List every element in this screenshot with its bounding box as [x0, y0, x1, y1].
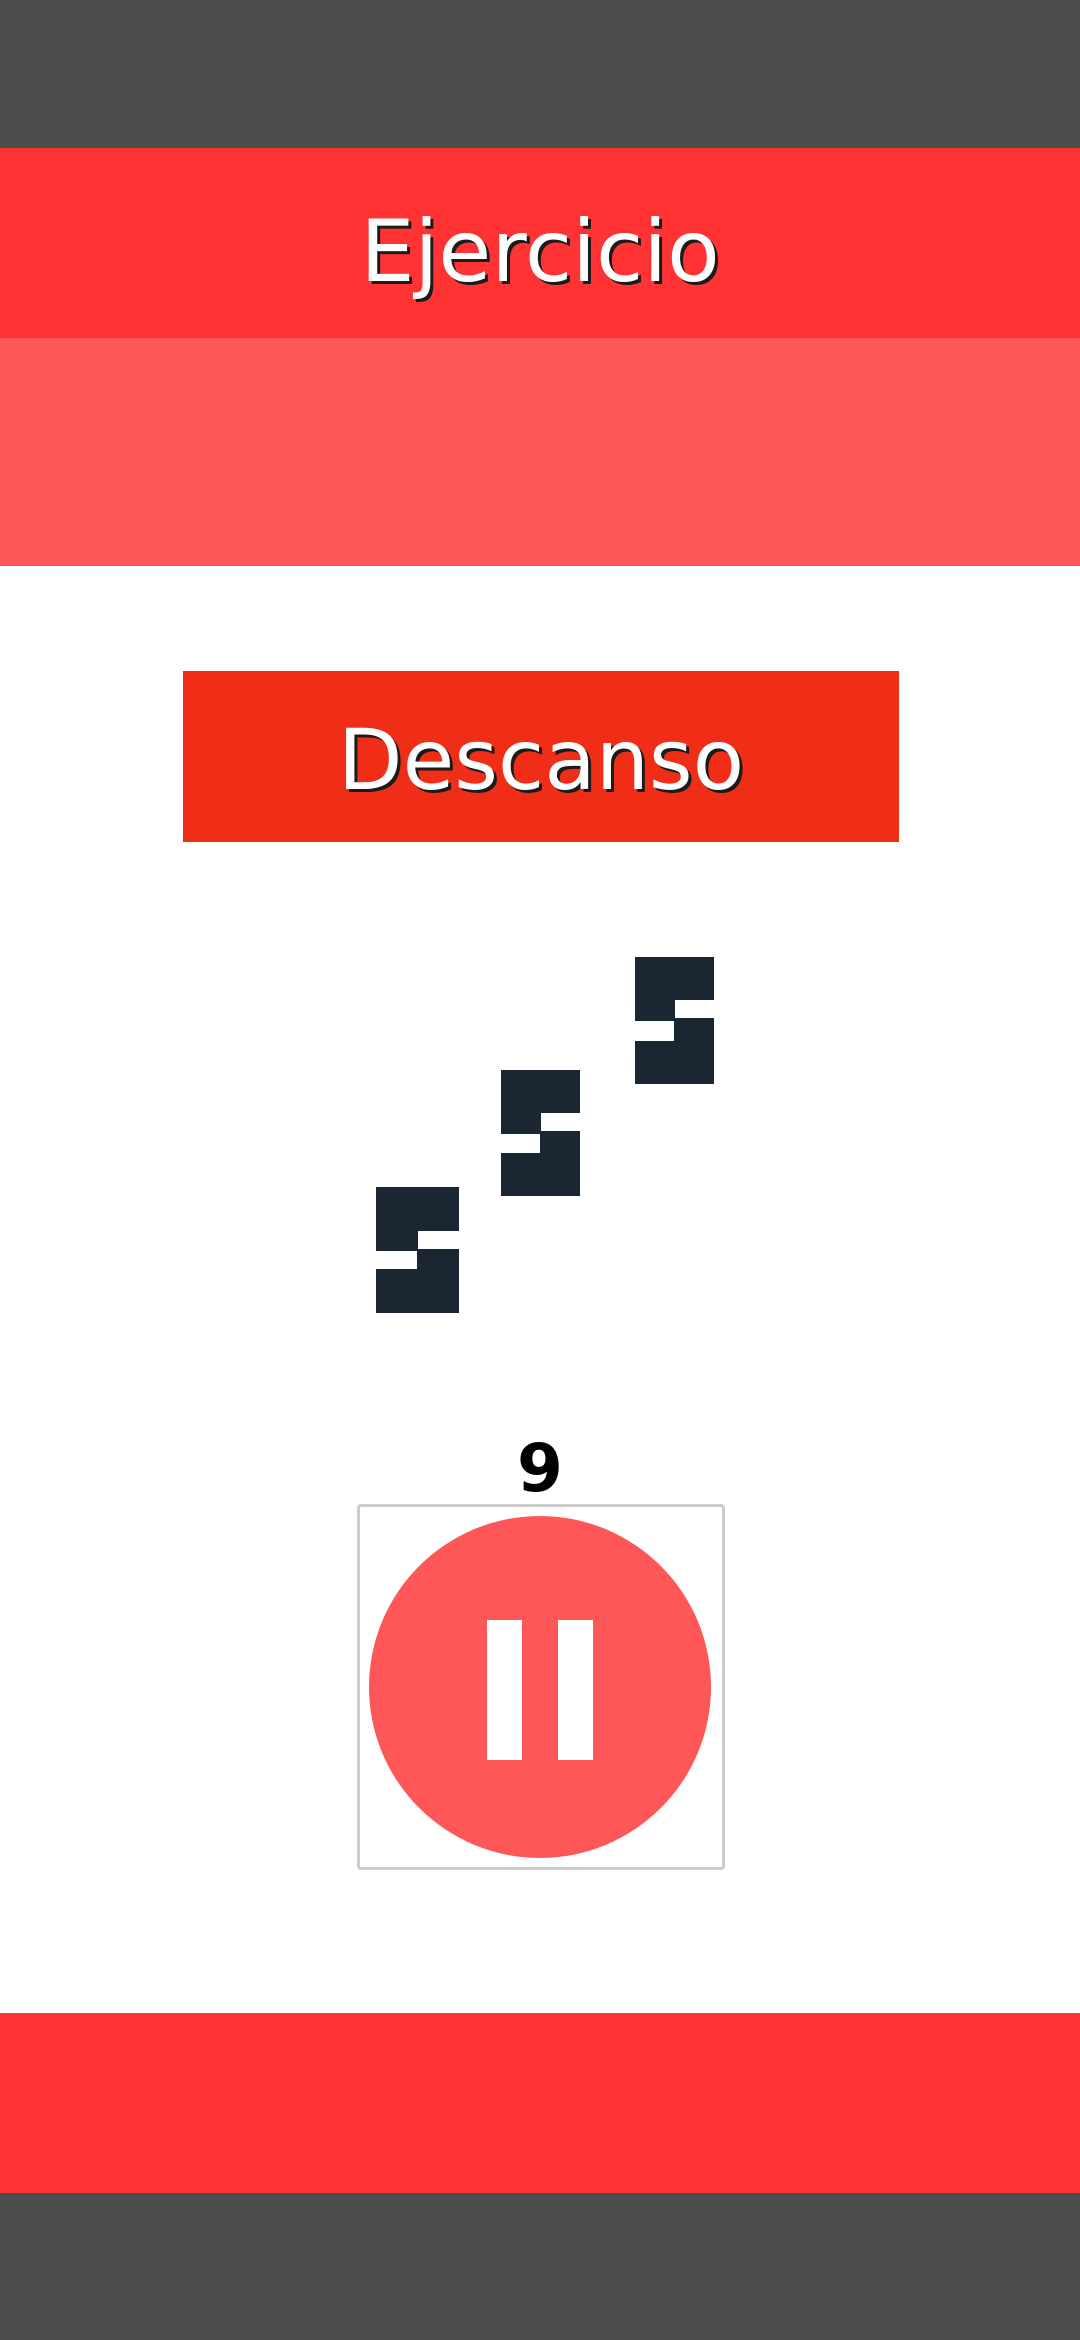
countdown-counter: 9: [517, 1430, 563, 1507]
pause-button[interactable]: [357, 1504, 725, 1870]
z-letter-middle: [501, 1070, 580, 1196]
navigation-bar: [0, 2193, 1080, 2340]
pause-bar-right: [558, 1620, 593, 1760]
pause-icon: [369, 1516, 711, 1858]
bottom-bar: [0, 2013, 1080, 2193]
sleeping-zzz-icon: [376, 957, 714, 1313]
pause-bar-left: [487, 1620, 522, 1760]
z-letter-small: [376, 1187, 459, 1313]
z-letter-large: [635, 957, 714, 1084]
